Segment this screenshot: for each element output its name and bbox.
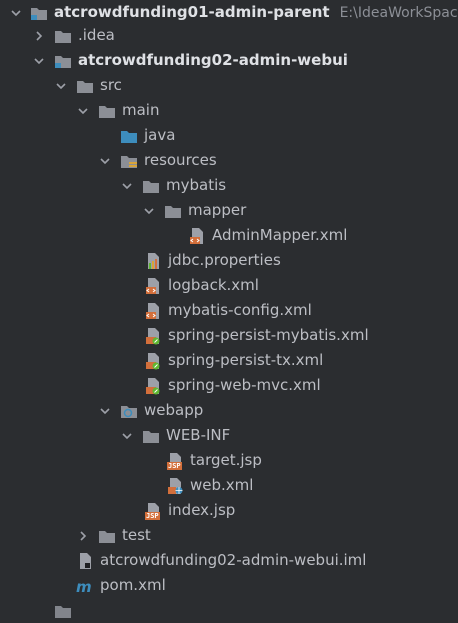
- tree-label: mapper: [188, 201, 247, 219]
- tree-label: mybatis: [166, 176, 227, 194]
- tree-row-adminmapper[interactable]: AdminMapper.xml: [0, 223, 458, 248]
- tree-label: webapp: [144, 401, 204, 419]
- tree-label: web.xml: [190, 476, 254, 494]
- tree-label: pom.xml: [100, 576, 166, 594]
- spring-xml-file-icon: [144, 327, 162, 345]
- tree-row-main[interactable]: main: [0, 98, 458, 123]
- chevron-down-icon[interactable]: [54, 79, 68, 93]
- tree-row-jdbc[interactable]: jdbc.properties: [0, 248, 458, 273]
- resources-folder-icon: [120, 152, 138, 170]
- tree-row-resources[interactable]: resources: [0, 148, 458, 173]
- folder-icon: [164, 202, 182, 220]
- tree-label: resources: [144, 151, 217, 169]
- tree-label: atcrowdfunding02-admin-webui.iml: [100, 551, 367, 569]
- tree-label: index.jsp: [168, 501, 236, 519]
- tree-row-webapp[interactable]: webapp: [0, 398, 458, 423]
- iml-file-icon: [76, 552, 94, 570]
- folder-icon: [54, 27, 72, 45]
- tree-row-spring-persist-tx[interactable]: spring-persist-tx.xml: [0, 348, 458, 373]
- tree-label: logback.xml: [168, 276, 259, 294]
- tree-row-java[interactable]: java: [0, 123, 458, 148]
- xml-file-icon: [144, 302, 162, 320]
- tree-label: AdminMapper.xml: [212, 226, 348, 244]
- chevron-down-icon[interactable]: [142, 204, 156, 218]
- tree-row-mapper[interactable]: mapper: [0, 198, 458, 223]
- folder-icon: [76, 77, 94, 95]
- tree-row-spring-web-mvc[interactable]: spring-web-mvc.xml: [0, 373, 458, 398]
- web-xml-file-icon: [166, 477, 184, 495]
- tree-row-root[interactable]: atcrowdfunding01-admin-parent E:\IdeaWor…: [0, 0, 458, 25]
- xml-file-icon: [188, 227, 206, 245]
- module-folder-icon: [30, 4, 48, 22]
- tree-row-pom[interactable]: m pom.xml: [0, 573, 458, 598]
- tree-row-cutoff: [0, 598, 458, 623]
- tree-row-web-xml[interactable]: web.xml: [0, 473, 458, 498]
- folder-icon: [98, 102, 116, 120]
- source-folder-icon: [120, 127, 138, 145]
- module-folder-icon: [54, 52, 72, 70]
- tree-row-logback[interactable]: logback.xml: [0, 273, 458, 298]
- chevron-right-icon[interactable]: [76, 529, 90, 543]
- tree-label: atcrowdfunding02-admin-webui: [78, 51, 348, 69]
- folder-icon: [98, 527, 116, 545]
- chevron-down-icon[interactable]: [120, 179, 134, 193]
- tree-label: src: [100, 76, 122, 94]
- tree-row-webinf[interactable]: WEB-INF: [0, 423, 458, 448]
- tree-label: target.jsp: [190, 451, 262, 469]
- chevron-down-icon[interactable]: [98, 154, 112, 168]
- folder-icon: [142, 177, 160, 195]
- svg-text:m: m: [76, 578, 92, 595]
- chevron-down-icon[interactable]: [120, 429, 134, 443]
- chevron-down-icon[interactable]: [10, 6, 22, 20]
- tree-row-module[interactable]: atcrowdfunding02-admin-webui: [0, 48, 458, 73]
- chevron-right-icon[interactable]: [32, 29, 46, 43]
- jsp-file-icon: JSP: [144, 502, 162, 520]
- tree-label: test: [122, 526, 151, 544]
- chevron-down-icon[interactable]: [98, 404, 112, 418]
- maven-icon: m: [76, 577, 94, 595]
- tree-row-iml[interactable]: atcrowdfunding02-admin-webui.iml: [0, 548, 458, 573]
- tree-label: main: [122, 101, 160, 119]
- xml-file-icon: [144, 277, 162, 295]
- chevron-down-icon[interactable]: [32, 54, 46, 68]
- tree-label: mybatis-config.xml: [168, 301, 312, 319]
- tree-label: spring-persist-tx.xml: [168, 351, 324, 369]
- chevron-down-icon[interactable]: [76, 104, 90, 118]
- module-folder-icon: [54, 602, 72, 620]
- web-folder-icon: [120, 402, 138, 420]
- tree-row-target-jsp[interactable]: JSP target.jsp: [0, 448, 458, 473]
- tree-label: spring-persist-mybatis.xml: [168, 326, 369, 344]
- tree-row-idea[interactable]: .idea: [0, 23, 458, 48]
- tree-row-test[interactable]: test: [0, 523, 458, 548]
- jsp-file-icon: JSP: [166, 452, 184, 470]
- tree-label: atcrowdfunding01-admin-parent: [54, 3, 330, 21]
- tree-label: spring-web-mvc.xml: [168, 376, 321, 394]
- tree-row-index-jsp[interactable]: JSP index.jsp: [0, 498, 458, 523]
- folder-icon: [142, 427, 160, 445]
- spring-xml-file-icon: [144, 352, 162, 370]
- tree-label: jdbc.properties: [168, 251, 281, 269]
- tree-row-src[interactable]: src: [0, 73, 458, 98]
- spring-xml-file-icon: [144, 377, 162, 395]
- tree-label: WEB-INF: [166, 426, 231, 444]
- jsp-badge: JSP: [145, 511, 160, 520]
- jsp-badge: JSP: [167, 461, 182, 470]
- tree-row-mybatis-config[interactable]: mybatis-config.xml: [0, 298, 458, 323]
- project-path: E:\IdeaWorkSpace\a: [339, 4, 458, 21]
- properties-file-icon: [144, 252, 162, 270]
- tree-row-spring-persist-mybatis[interactable]: spring-persist-mybatis.xml: [0, 323, 458, 348]
- tree-label: .idea: [78, 26, 115, 44]
- project-tree: atcrowdfunding01-admin-parent E:\IdeaWor…: [0, 0, 458, 618]
- tree-label: java: [144, 126, 176, 144]
- tree-row-mybatis[interactable]: mybatis: [0, 173, 458, 198]
